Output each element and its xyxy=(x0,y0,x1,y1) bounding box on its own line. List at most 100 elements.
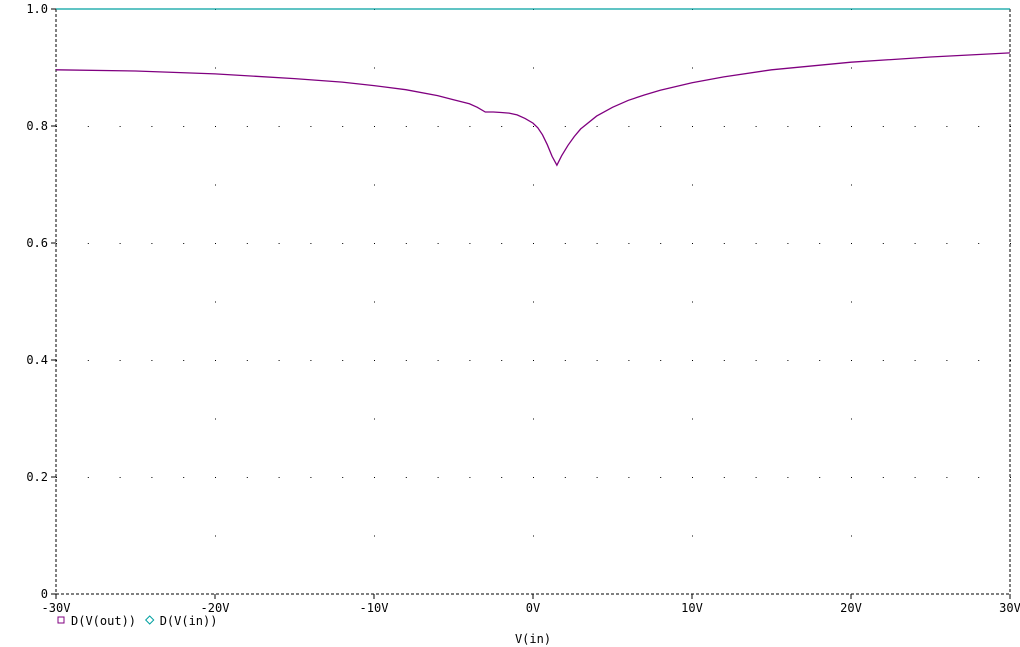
grid-dot xyxy=(374,67,375,69)
grid-dot xyxy=(978,126,980,127)
grid-dot xyxy=(882,477,884,478)
grid-dot xyxy=(278,360,280,361)
grid-dot xyxy=(215,535,216,537)
grid-dot xyxy=(946,360,948,361)
grid-dot xyxy=(310,243,312,244)
grid-dot xyxy=(246,477,248,478)
grid-dot xyxy=(596,477,598,478)
grid-dot xyxy=(501,243,503,244)
grid-dot xyxy=(87,477,89,478)
grid-dot xyxy=(215,418,216,420)
grid-dot xyxy=(215,126,216,127)
grid-dot xyxy=(374,360,375,361)
grid-dot xyxy=(533,243,534,244)
grid-dot xyxy=(564,243,566,244)
grid-dot xyxy=(215,67,216,69)
grid-dot xyxy=(533,184,534,186)
grid-dot xyxy=(914,243,916,244)
grid-dot xyxy=(278,243,280,244)
x-axis-label: V(in) xyxy=(515,632,551,646)
grid-dot xyxy=(819,477,821,478)
grid-dot xyxy=(660,477,662,478)
y-tick-label: 1.0 xyxy=(26,2,48,16)
grid-dot xyxy=(882,360,884,361)
grid-dot xyxy=(533,477,534,478)
x-tick-label: -10V xyxy=(360,601,389,615)
grid-dot xyxy=(692,126,693,127)
grid-dot xyxy=(119,243,121,244)
grid-dot xyxy=(374,477,375,478)
grid-dot xyxy=(692,535,693,537)
grid-dot xyxy=(437,360,439,361)
grid-dot xyxy=(628,126,630,127)
grid-dot xyxy=(87,360,89,361)
grid-dot xyxy=(533,418,534,420)
grid-dot xyxy=(374,126,375,127)
x-tick-label: 0V xyxy=(526,601,540,615)
y-tick-label: 0.6 xyxy=(26,236,48,250)
grid-dot xyxy=(215,184,216,186)
grid-dot xyxy=(723,360,725,361)
grid-dot xyxy=(278,126,280,127)
x-tick-label: -20V xyxy=(201,601,230,615)
grid-dot xyxy=(501,360,503,361)
grid-dot xyxy=(946,477,948,478)
grid-dot xyxy=(119,360,121,361)
grid-dot xyxy=(978,477,980,478)
grid-dot xyxy=(246,243,248,244)
x-tick-label: 20V xyxy=(840,601,862,615)
grid-dot xyxy=(87,126,89,127)
x-axis-ticks: -30V -20V -10V 0V 10V 20V 30V xyxy=(42,594,1020,615)
grid-dot xyxy=(914,360,916,361)
grid-dot xyxy=(914,477,916,478)
grid-dot xyxy=(692,360,693,361)
grid-dot xyxy=(692,301,693,303)
grid-dot xyxy=(469,243,471,244)
grid-dot xyxy=(374,184,375,186)
legend-diamond-marker xyxy=(144,615,155,625)
grid-dot xyxy=(278,477,280,478)
grid-dot xyxy=(787,243,789,244)
grid-dot xyxy=(469,360,471,361)
grid-dot xyxy=(533,360,534,361)
grid-dot xyxy=(882,126,884,127)
grid-dot xyxy=(851,477,852,478)
grid-dot xyxy=(1010,477,1011,478)
grid-dot xyxy=(183,243,185,244)
grid-dot xyxy=(533,301,534,303)
grid-dot xyxy=(978,243,980,244)
grid-dot xyxy=(660,243,662,244)
grid-dot xyxy=(946,243,948,244)
grid-dot xyxy=(151,360,153,361)
grid-dot xyxy=(342,360,344,361)
grid-dot xyxy=(469,126,471,127)
y-tick-label: 0 xyxy=(41,587,48,601)
grid-dot xyxy=(564,477,566,478)
grid-dot xyxy=(882,243,884,244)
grid-dot xyxy=(787,126,789,127)
grid-dot xyxy=(692,418,693,420)
y-tick-label: 0.4 xyxy=(26,353,48,367)
grid-dot xyxy=(564,126,566,127)
grid-dot xyxy=(851,243,852,244)
grid-dot xyxy=(819,126,821,127)
grid-dot xyxy=(437,126,439,127)
grid-dot xyxy=(596,243,598,244)
grid-dots xyxy=(56,9,1011,537)
legend-square-marker xyxy=(57,616,65,624)
grid-dot xyxy=(151,126,153,127)
grid-dot xyxy=(692,67,693,69)
grid-dot xyxy=(437,243,439,244)
grid-dot xyxy=(564,360,566,361)
grid-dot xyxy=(851,126,852,127)
grid-dot xyxy=(215,360,216,361)
x-tick-label: 10V xyxy=(681,601,703,615)
grid-dot xyxy=(183,477,185,478)
grid-dot xyxy=(405,477,407,478)
grid-dot xyxy=(851,67,852,69)
grid-dot xyxy=(374,301,375,303)
grid-dot xyxy=(342,243,344,244)
grid-dot xyxy=(819,243,821,244)
grid-dot xyxy=(851,301,852,303)
grid-dot xyxy=(723,243,725,244)
